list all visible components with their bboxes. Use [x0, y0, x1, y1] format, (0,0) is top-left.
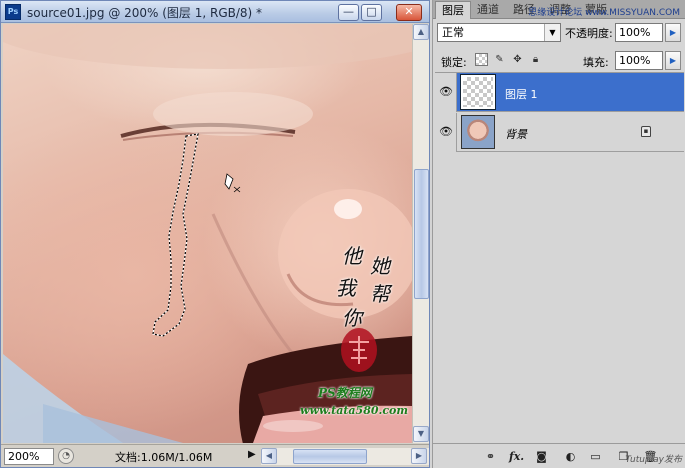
layer-lock-icon: ▪ [641, 126, 651, 137]
opacity-label: 不透明度: [565, 27, 613, 40]
calligraphy-char: 帮 [370, 282, 390, 306]
layers-panel-toolbar: ⚭ fx. ◙ ◐ ▭ ❐ 🗑︎ Tutuplay发布 [433, 443, 685, 468]
layer-row[interactable]: 👁︎ 背景 ▪ [435, 113, 684, 152]
calligraphy-char: 他 [342, 244, 362, 268]
lock-all-icon[interactable]: 🔒︎ [529, 53, 542, 66]
status-info-icon[interactable]: ◔ [58, 448, 74, 464]
layers-panel: 图层 通道 路径 调整 蒙版 思缘设计论坛 www.MISSYUAN.COM 正… [432, 0, 685, 468]
canvas-website-watermark: PS教程网 www.tata580.com [300, 384, 430, 424]
layer-name[interactable]: 图层 1 [505, 86, 538, 102]
scroll-up-arrow-icon[interactable]: ▲ [413, 24, 429, 40]
horizontal-scroll-thumb[interactable] [293, 449, 367, 464]
blend-mode-select[interactable]: 正常 ▼ [437, 23, 561, 42]
calligraphy-char: 她 [370, 254, 390, 278]
fill-slider-arrow-icon[interactable]: ▶ [665, 51, 681, 70]
brush-cursor-icon [224, 173, 241, 193]
fill-field[interactable]: 100% [615, 51, 663, 70]
panel-tab-bar: 图层 通道 路径 调整 蒙版 思缘设计论坛 www.MISSYUAN.COM [433, 0, 685, 19]
canvas-artwork [3, 24, 412, 443]
mask-icon[interactable]: ◙ [534, 449, 549, 464]
blend-mode-value: 正常 [442, 26, 464, 39]
document-titlebar[interactable]: Ps source01.jpg @ 200% (图层 1, RGB/8) * —… [1, 1, 429, 23]
scroll-left-arrow-icon[interactable]: ◀ [261, 448, 277, 464]
lock-transparency-icon[interactable] [475, 53, 488, 66]
visibility-toggle[interactable]: 👁︎ [435, 73, 457, 112]
site-watermark-bottom: Tutuplay发布 [625, 455, 682, 465]
eye-icon: 👁︎ [439, 85, 453, 98]
document-title: source01.jpg @ 200% (图层 1, RGB/8) * [27, 6, 263, 20]
tab-layers[interactable]: 图层 [435, 1, 471, 19]
opacity-field[interactable]: 100% [615, 23, 663, 42]
image-canvas[interactable] [3, 24, 412, 443]
layer-list: 👁︎ 图层 1 👁︎ 背景 ▪ [435, 72, 684, 443]
scroll-down-arrow-icon[interactable]: ▼ [413, 426, 429, 442]
status-bar: 200% ◔ 文档:1.06M/1.06M ▶ ◀ ▶ [1, 444, 429, 467]
website-url: www.tata580.com [300, 404, 409, 417]
opacity-slider-arrow-icon[interactable]: ▶ [665, 23, 681, 42]
eye-icon: 👁︎ [439, 125, 453, 138]
layer-thumbnail[interactable] [460, 74, 496, 110]
close-button[interactable]: ✕ [396, 4, 422, 21]
adjustment-icon[interactable]: ◐ [563, 449, 578, 464]
visibility-toggle[interactable]: 👁︎ [435, 113, 457, 152]
vertical-scroll-thumb[interactable] [414, 169, 429, 299]
horizontal-scrollbar[interactable]: ◀ ▶ [261, 448, 429, 465]
photoshop-logo-icon: Ps [5, 4, 21, 20]
layer-row[interactable]: 👁︎ 图层 1 [435, 73, 684, 112]
calligraphy-char: 你 [342, 306, 362, 330]
fill-label: 填充: [583, 56, 609, 69]
maximize-button[interactable]: □ [361, 4, 382, 21]
layer-name[interactable]: 背景 [505, 126, 527, 142]
lock-pixels-brush-icon[interactable]: ✎ [493, 53, 506, 66]
zoom-level-field[interactable]: 200% [4, 448, 54, 465]
website-title: PS教程网 [318, 386, 372, 400]
document-size-info: 文档:1.06M/1.06M [115, 451, 213, 464]
fx-icon[interactable]: fx. [509, 449, 524, 464]
link-icon[interactable]: ⚭ [483, 449, 498, 464]
calligraphy-char: 我 [336, 276, 356, 300]
scroll-right-arrow-icon[interactable]: ▶ [411, 448, 427, 464]
vertical-scrollbar[interactable]: ▲ ▼ [412, 24, 429, 443]
minimize-button[interactable]: — [338, 4, 359, 21]
lock-position-move-icon[interactable]: ✥ [511, 53, 524, 66]
group-folder-icon[interactable]: ▭ [588, 449, 603, 464]
layer-thumbnail[interactable] [461, 115, 495, 149]
lock-label: 锁定: [441, 56, 467, 69]
chevron-down-icon[interactable]: ▼ [544, 24, 560, 41]
tab-channels[interactable]: 通道 [471, 1, 505, 19]
site-watermark-top: 思缘设计论坛 www.MISSYUAN.COM [528, 8, 680, 18]
canvas-calligraphy: 他 她 我 帮 你 [330, 244, 410, 352]
status-menu-arrow-icon[interactable]: ▶ [248, 449, 256, 460]
